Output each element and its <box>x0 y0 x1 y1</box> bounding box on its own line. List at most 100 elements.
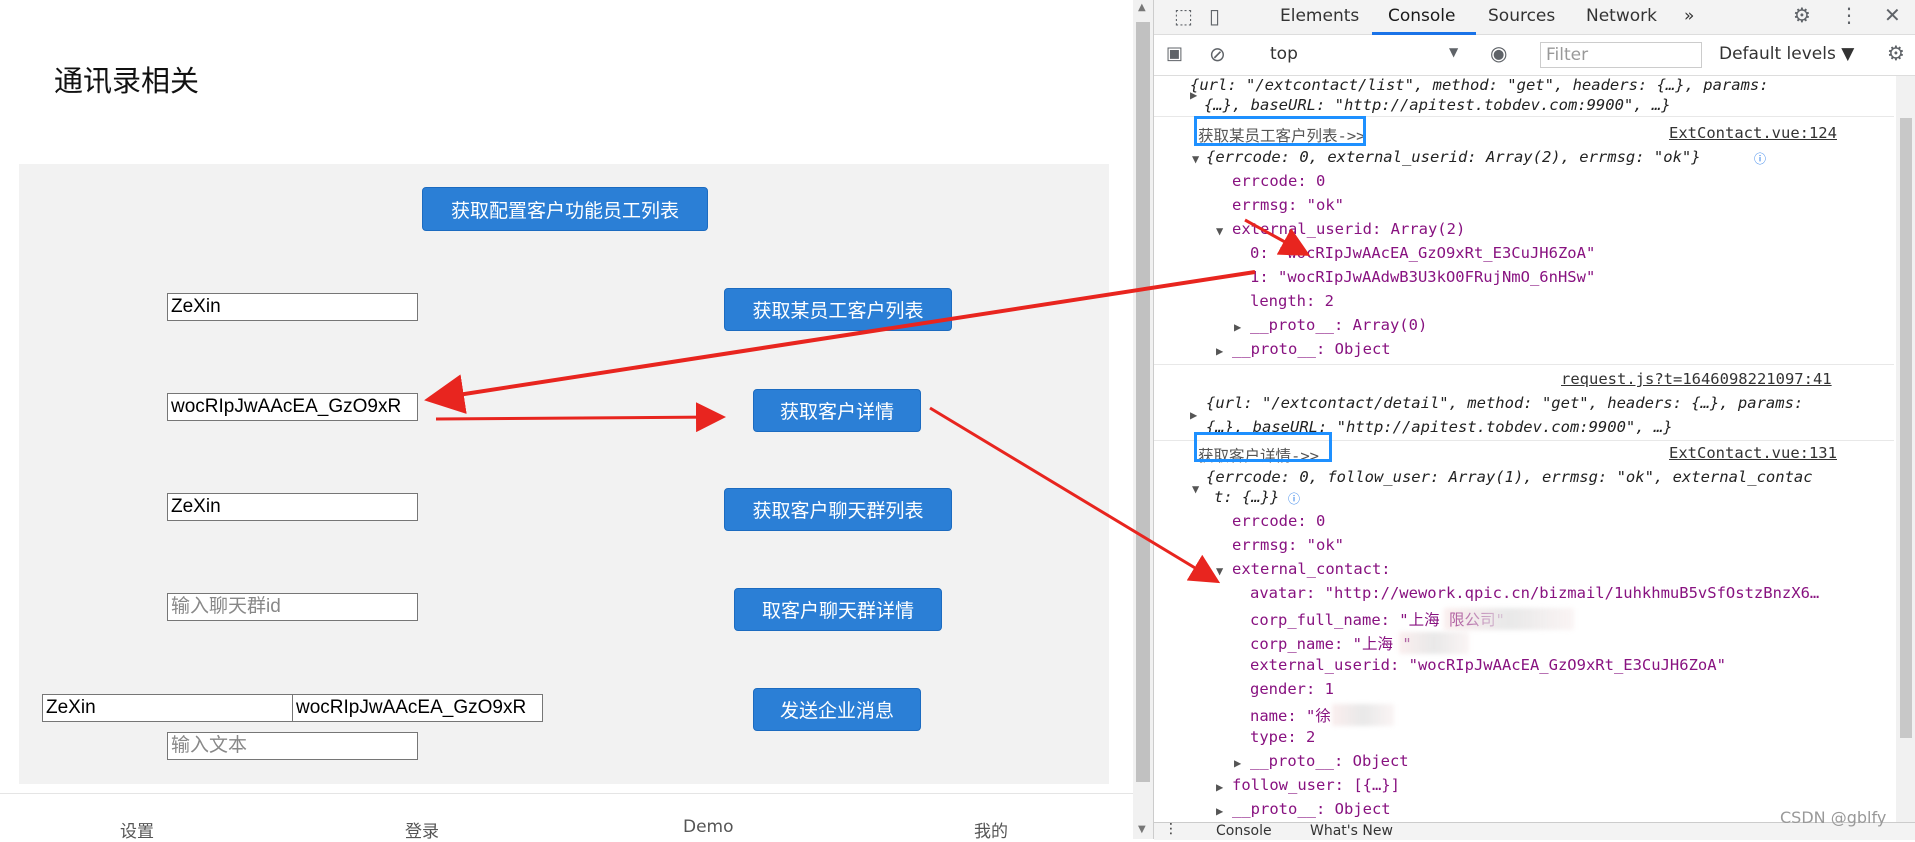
collapse-triangle-icon[interactable]: ▼ <box>1192 482 1199 496</box>
prop-errcode: errcode: 0 <box>1232 172 1326 190</box>
log-line[interactable]: {url: "/extcontact/detail", method: "get… <box>1206 394 1803 412</box>
tab-console[interactable]: Console <box>1388 6 1456 26</box>
prop-errmsg: errmsg: "ok" <box>1232 536 1344 554</box>
contacts-panel: 获取配置客户功能员工列表 ZeXin 获取某员工客户列表 wocRIpJwAAc… <box>19 164 1109 784</box>
filter-input[interactable]: Filter <box>1540 42 1702 68</box>
log-levels-select[interactable]: Default levels ▼ <box>1719 44 1854 64</box>
scroll-down-icon[interactable]: ▼ <box>1138 824 1146 835</box>
message-text-input[interactable]: 输入文本 <box>167 732 418 760</box>
eye-icon[interactable]: ◉ <box>1490 41 1507 65</box>
message-external-input[interactable]: wocRIpJwAAcEA_GzO9xR <box>292 694 543 722</box>
console-scrollbar-thumb[interactable] <box>1900 118 1912 738</box>
context-dropdown-icon[interactable]: ▼ <box>1449 45 1458 59</box>
clear-console-icon[interactable]: ⊘ <box>1209 42 1226 66</box>
expand-triangle-icon[interactable]: ▶ <box>1234 756 1241 770</box>
watermark: CSDN @gblfy <box>1780 808 1887 827</box>
get-staff-customers-button[interactable]: 获取某员工客户列表 <box>724 288 952 331</box>
context-select[interactable]: top <box>1270 44 1298 64</box>
drawer-tab-console[interactable]: Console <box>1216 823 1272 839</box>
prop-proto[interactable]: __proto__: Object <box>1250 752 1409 770</box>
more-options-icon[interactable]: ⋮ <box>1839 3 1859 27</box>
get-customer-detail-button[interactable]: 获取客户详情 <box>753 389 921 432</box>
source-link[interactable]: request.js?t=1646098221097:41 <box>1561 370 1832 388</box>
prop-errmsg: errmsg: "ok" <box>1232 196 1344 214</box>
tab-network[interactable]: Network <box>1586 6 1657 26</box>
log-object[interactable]: {errcode: 0, follow_user: Array(1), errm… <box>1206 468 1813 486</box>
log-object: t: {…}} <box>1214 488 1280 506</box>
highlight-box <box>1194 432 1332 462</box>
tab-demo[interactable]: Demo <box>683 817 734 837</box>
external-userid-input[interactable]: wocRIpJwAAcEA_GzO9xR <box>167 393 418 421</box>
device-toolbar-icon[interactable]: ▯ <box>1209 4 1220 28</box>
prop-errcode: errcode: 0 <box>1232 512 1326 530</box>
console-scrollbar[interactable] <box>1896 76 1915 822</box>
prop-id0: 0: "wocRIpJwAAcEA_GzO9xRt_E3CuJH6ZoA" <box>1250 244 1596 262</box>
scrollbar-thumb[interactable] <box>1136 22 1150 782</box>
prop-proto[interactable]: __proto__: Object <box>1232 800 1391 818</box>
tab-mine[interactable]: 我的 <box>974 817 1008 842</box>
expand-triangle-icon[interactable]: ▶ <box>1216 804 1223 818</box>
log-object[interactable]: {errcode: 0, external_userid: Array(2), … <box>1206 148 1701 166</box>
prop-proto-array[interactable]: __proto__: Array(0) <box>1250 316 1427 334</box>
page-scrollbar[interactable]: ▲ ▼ <box>1133 0 1153 839</box>
log-line: {…}, baseURL: "http://apitest.tobdev.com… <box>1204 96 1671 114</box>
expand-triangle-icon[interactable]: ▶ <box>1216 780 1223 794</box>
app-page: 通讯录相关 获取配置客户功能员工列表 ZeXin 获取某员工客户列表 wocRI… <box>0 0 1133 842</box>
expand-triangle-icon[interactable]: ▶ <box>1190 408 1197 422</box>
expand-triangle-icon[interactable]: ▶ <box>1234 320 1241 334</box>
prop-external-userid[interactable]: external_userid: Array(2) <box>1232 220 1465 238</box>
group-id-input[interactable]: 输入聊天群id <box>167 593 418 621</box>
expand-triangle-icon[interactable]: ▶ <box>1190 88 1197 102</box>
inspect-element-icon[interactable]: ⬚ <box>1174 4 1193 28</box>
prop-name: name: "徐 <box>1250 707 1331 725</box>
info-icon[interactable]: ⓘ <box>1288 490 1300 507</box>
page-title: 通讯录相关 <box>54 64 200 98</box>
prop-length: length: 2 <box>1250 292 1334 310</box>
console-output: {url: "/extcontact/list", method: "get",… <box>1154 76 1894 822</box>
staff-user-input[interactable]: ZeXin <box>167 293 418 321</box>
prop-external-userid: external_userid: "wocRIpJwAAcEA_GzO9xRt_… <box>1250 656 1726 674</box>
redaction-blur <box>1399 632 1469 654</box>
source-link[interactable]: ExtContact.vue:131 <box>1669 444 1837 462</box>
highlight-box <box>1194 116 1366 146</box>
sidebar-toggle-icon[interactable]: ▣ <box>1166 43 1183 64</box>
tab-settings[interactable]: 设置 <box>120 817 154 842</box>
redaction-blur <box>1444 608 1574 630</box>
collapse-triangle-icon[interactable]: ▼ <box>1192 152 1199 166</box>
prop-proto-object[interactable]: __proto__: Object <box>1232 340 1391 358</box>
log-line: {url: "/extcontact/list", method: "get",… <box>1190 76 1769 94</box>
prop-follow-user[interactable]: follow_user: [{…}] <box>1232 776 1400 794</box>
redaction-blur <box>1332 704 1394 726</box>
prop-corp-name: corp_name: "上海 " <box>1250 635 1412 653</box>
collapse-triangle-icon[interactable]: ▼ <box>1216 564 1223 578</box>
tab-login[interactable]: 登录 <box>405 817 439 842</box>
prop-type: type: 2 <box>1250 728 1316 746</box>
get-group-detail-button[interactable]: 取客户聊天群详情 <box>734 588 942 631</box>
info-icon[interactable]: ⓘ <box>1754 150 1766 167</box>
devtools-toolbar: ⬚ ▯ Elements Console Sources Network » ⚙… <box>1154 0 1915 35</box>
more-tabs-icon[interactable]: » <box>1684 6 1694 26</box>
expand-triangle-icon[interactable]: ▶ <box>1216 344 1223 358</box>
console-toolbar: ▣ ⊘ top ▼ ◉ Filter Default levels ▼ ⚙ <box>1154 35 1915 76</box>
source-link[interactable]: ExtContact.vue:124 <box>1669 124 1837 142</box>
group-user-input[interactable]: ZeXin <box>167 493 418 521</box>
get-group-list-button[interactable]: 获取客户聊天群列表 <box>724 488 952 531</box>
message-user-input[interactable]: ZeXin <box>42 694 293 722</box>
tab-sources[interactable]: Sources <box>1488 6 1555 26</box>
tab-elements[interactable]: Elements <box>1280 6 1359 26</box>
prop-gender: gender: 1 <box>1250 680 1334 698</box>
drawer-menu-icon[interactable]: ⋮ <box>1164 821 1178 837</box>
prop-avatar: avatar: "http://wework.qpic.cn/bizmail/1… <box>1250 584 1820 602</box>
collapse-triangle-icon[interactable]: ▼ <box>1216 224 1223 238</box>
console-settings-icon[interactable]: ⚙ <box>1887 41 1905 65</box>
scroll-up-icon[interactable]: ▲ <box>1138 2 1146 13</box>
prop-id1: 1: "wocRIpJwAAdwB3U3kO0FRujNmO_6nHSw" <box>1250 268 1596 286</box>
prop-external-contact[interactable]: external_contact: <box>1232 560 1391 578</box>
settings-gear-icon[interactable]: ⚙ <box>1793 3 1811 27</box>
send-message-button[interactable]: 发送企业消息 <box>753 688 921 731</box>
devtools-panel: ⬚ ▯ Elements Console Sources Network » ⚙… <box>1153 0 1915 840</box>
close-icon[interactable]: ✕ <box>1884 3 1901 27</box>
drawer-tab-whats-new[interactable]: What's New <box>1310 823 1393 839</box>
bottom-tabbar: 设置 登录 Demo 我的 <box>0 793 1133 842</box>
get-config-staff-button[interactable]: 获取配置客户功能员工列表 <box>422 187 708 231</box>
